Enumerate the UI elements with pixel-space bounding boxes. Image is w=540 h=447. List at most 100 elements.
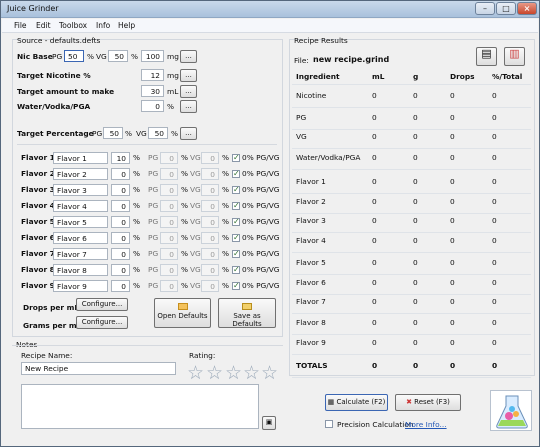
results-cell: VG — [296, 132, 307, 141]
target-nicotine-input[interactable]: 12 — [141, 69, 164, 81]
flavor-vg-input[interactable]: 0 — [201, 264, 219, 276]
flavor-vg-input[interactable]: 0 — [201, 184, 219, 196]
rating-star-3-icon[interactable]: ☆ — [225, 362, 242, 384]
flavor-vg-label: VG — [190, 153, 201, 162]
flavor-name-input[interactable]: Flavor 6 — [53, 232, 108, 244]
flavor-name-input[interactable]: Flavor 1 — [53, 152, 108, 164]
results-cell: 0 — [372, 236, 377, 245]
flavor-zero-checkbox[interactable] — [232, 185, 240, 194]
flavor-amount-input[interactable]: 0 — [111, 280, 130, 292]
results-cell: 0 — [450, 91, 455, 100]
flavor-amount-input[interactable]: 0 — [111, 200, 130, 212]
flavor-pg-input[interactable]: 0 — [160, 232, 178, 244]
results-cell: 0 — [450, 258, 455, 267]
chart-button[interactable]: ▥ — [504, 47, 525, 66]
flavor-pg-input[interactable]: 0 — [160, 264, 178, 276]
expand-notes-button[interactable]: ▣ — [262, 416, 276, 430]
flavor-name-input[interactable]: Flavor 7 — [53, 248, 108, 260]
flavor-amount-input[interactable]: 0 — [111, 248, 130, 260]
flavor-vg-input[interactable]: 0 — [201, 280, 219, 292]
flavor-zero-checkbox[interactable] — [232, 153, 240, 162]
reset-button[interactable]: ✖ Reset (F3) — [395, 394, 461, 411]
flavor-row-label: Flavor 4 — [21, 201, 55, 210]
results-header-cell: Ingredient — [296, 72, 340, 81]
close-button[interactable]: × — [517, 2, 537, 15]
flavor-zero-checkbox[interactable] — [232, 265, 240, 274]
flavor-amount-input[interactable]: 10 — [111, 152, 130, 164]
nic-vg-input[interactable]: 50 — [108, 50, 128, 62]
menu-toolbox[interactable]: Toolbox — [59, 21, 87, 30]
flavor-zero-checkbox[interactable] — [232, 169, 240, 178]
precision-checkbox[interactable] — [325, 420, 333, 428]
flavor-pg-input[interactable]: 0 — [160, 152, 178, 164]
flavor-amount-input[interactable]: 0 — [111, 168, 130, 180]
flavor-zero-checkbox[interactable] — [232, 201, 240, 210]
flavor-name-input[interactable]: Flavor 4 — [53, 200, 108, 212]
flavor-amount-input[interactable]: 0 — [111, 264, 130, 276]
water-input[interactable]: 0 — [141, 100, 164, 112]
target-percentage-button[interactable]: ... — [180, 127, 197, 140]
drops-configure-button[interactable]: Configure... — [76, 298, 128, 311]
menu-help[interactable]: Help — [118, 21, 135, 30]
calculate-button[interactable]: ▦ Calculate (F2) — [325, 394, 388, 411]
title-bar[interactable]: Juice Grinder – □ × — [1, 1, 539, 18]
flavor-vg-label: VG — [190, 249, 201, 258]
flavor-vg-input[interactable]: 0 — [201, 248, 219, 260]
flavor-pct3-label: % — [222, 153, 230, 162]
more-info-link[interactable]: More Info... — [405, 420, 447, 429]
recipe-name-input[interactable]: New Recipe — [21, 362, 176, 375]
flavor-pg-input[interactable]: 0 — [160, 280, 178, 292]
flavor-vg-input[interactable]: 0 — [201, 200, 219, 212]
flavor-name-input[interactable]: Flavor 2 — [53, 168, 108, 180]
flavor-amount-input[interactable]: 0 — [111, 232, 130, 244]
document-button[interactable]: ▤ — [476, 47, 497, 66]
flavor-vg-input[interactable]: 0 — [201, 152, 219, 164]
save-defaults-button[interactable]: Save as Defaults — [218, 298, 276, 328]
flavor-pg-input[interactable]: 0 — [160, 168, 178, 180]
maximize-button[interactable]: □ — [496, 2, 516, 15]
flavor-name-input[interactable]: Flavor 5 — [53, 216, 108, 228]
open-defaults-button[interactable]: Open Defaults — [154, 298, 211, 328]
target-percentage-label: Target Percentage — [17, 129, 94, 138]
rating-star-2-icon[interactable]: ☆ — [206, 362, 223, 384]
flavor-amount-input[interactable]: 0 — [111, 216, 130, 228]
menu-file[interactable]: File — [14, 21, 27, 30]
menu-info[interactable]: Info — [96, 21, 110, 30]
flavor-vg-input[interactable]: 0 — [201, 216, 219, 228]
flavor-pg-input[interactable]: 0 — [160, 200, 178, 212]
flavor-pg-input[interactable]: 0 — [160, 248, 178, 260]
target-amount-button[interactable]: ... — [180, 85, 197, 98]
flavor-vg-input[interactable]: 0 — [201, 168, 219, 180]
rating-star-5-icon[interactable]: ☆ — [261, 362, 278, 384]
rating-star-4-icon[interactable]: ☆ — [243, 362, 260, 384]
flavor-zero-checkbox[interactable] — [232, 217, 240, 226]
flavor-vg-input[interactable]: 0 — [201, 232, 219, 244]
target-amount-input[interactable]: 30 — [141, 85, 164, 97]
notes-textarea[interactable] — [21, 384, 259, 429]
flavor-pg-input[interactable]: 0 — [160, 184, 178, 196]
target-vg-input[interactable]: 50 — [148, 127, 168, 139]
target-pg-input[interactable]: 50 — [103, 127, 123, 139]
window-title: Juice Grinder — [7, 4, 59, 13]
menu-edit[interactable]: Edit — [36, 21, 51, 30]
nic-base-label: Nic Base — [17, 52, 53, 61]
minimize-button[interactable]: – — [475, 2, 495, 15]
flavor-zero-checkbox[interactable] — [232, 233, 240, 242]
water-button[interactable]: ... — [180, 100, 197, 113]
drops-per-ml-label: Drops per mL — [23, 303, 80, 312]
flavor-zero-checkbox[interactable] — [232, 281, 240, 290]
flavor-pct2-label: % — [181, 185, 189, 194]
target-nicotine-button[interactable]: ... — [180, 69, 197, 82]
nic-strength-input[interactable]: 100 — [141, 50, 164, 62]
grams-configure-button[interactable]: Configure... — [76, 316, 128, 329]
nic-options-button[interactable]: ... — [180, 50, 197, 63]
flavor-name-input[interactable]: Flavor 8 — [53, 264, 108, 276]
flavor-name-input[interactable]: Flavor 3 — [53, 184, 108, 196]
flavor-name-input[interactable]: Flavor 9 — [53, 280, 108, 292]
results-cell: 0 — [450, 197, 455, 206]
flavor-pg-input[interactable]: 0 — [160, 216, 178, 228]
flavor-amount-input[interactable]: 0 — [111, 184, 130, 196]
nic-pg-input[interactable]: 50 — [64, 50, 84, 62]
rating-star-1-icon[interactable]: ☆ — [187, 362, 204, 384]
flavor-zero-checkbox[interactable] — [232, 249, 240, 258]
